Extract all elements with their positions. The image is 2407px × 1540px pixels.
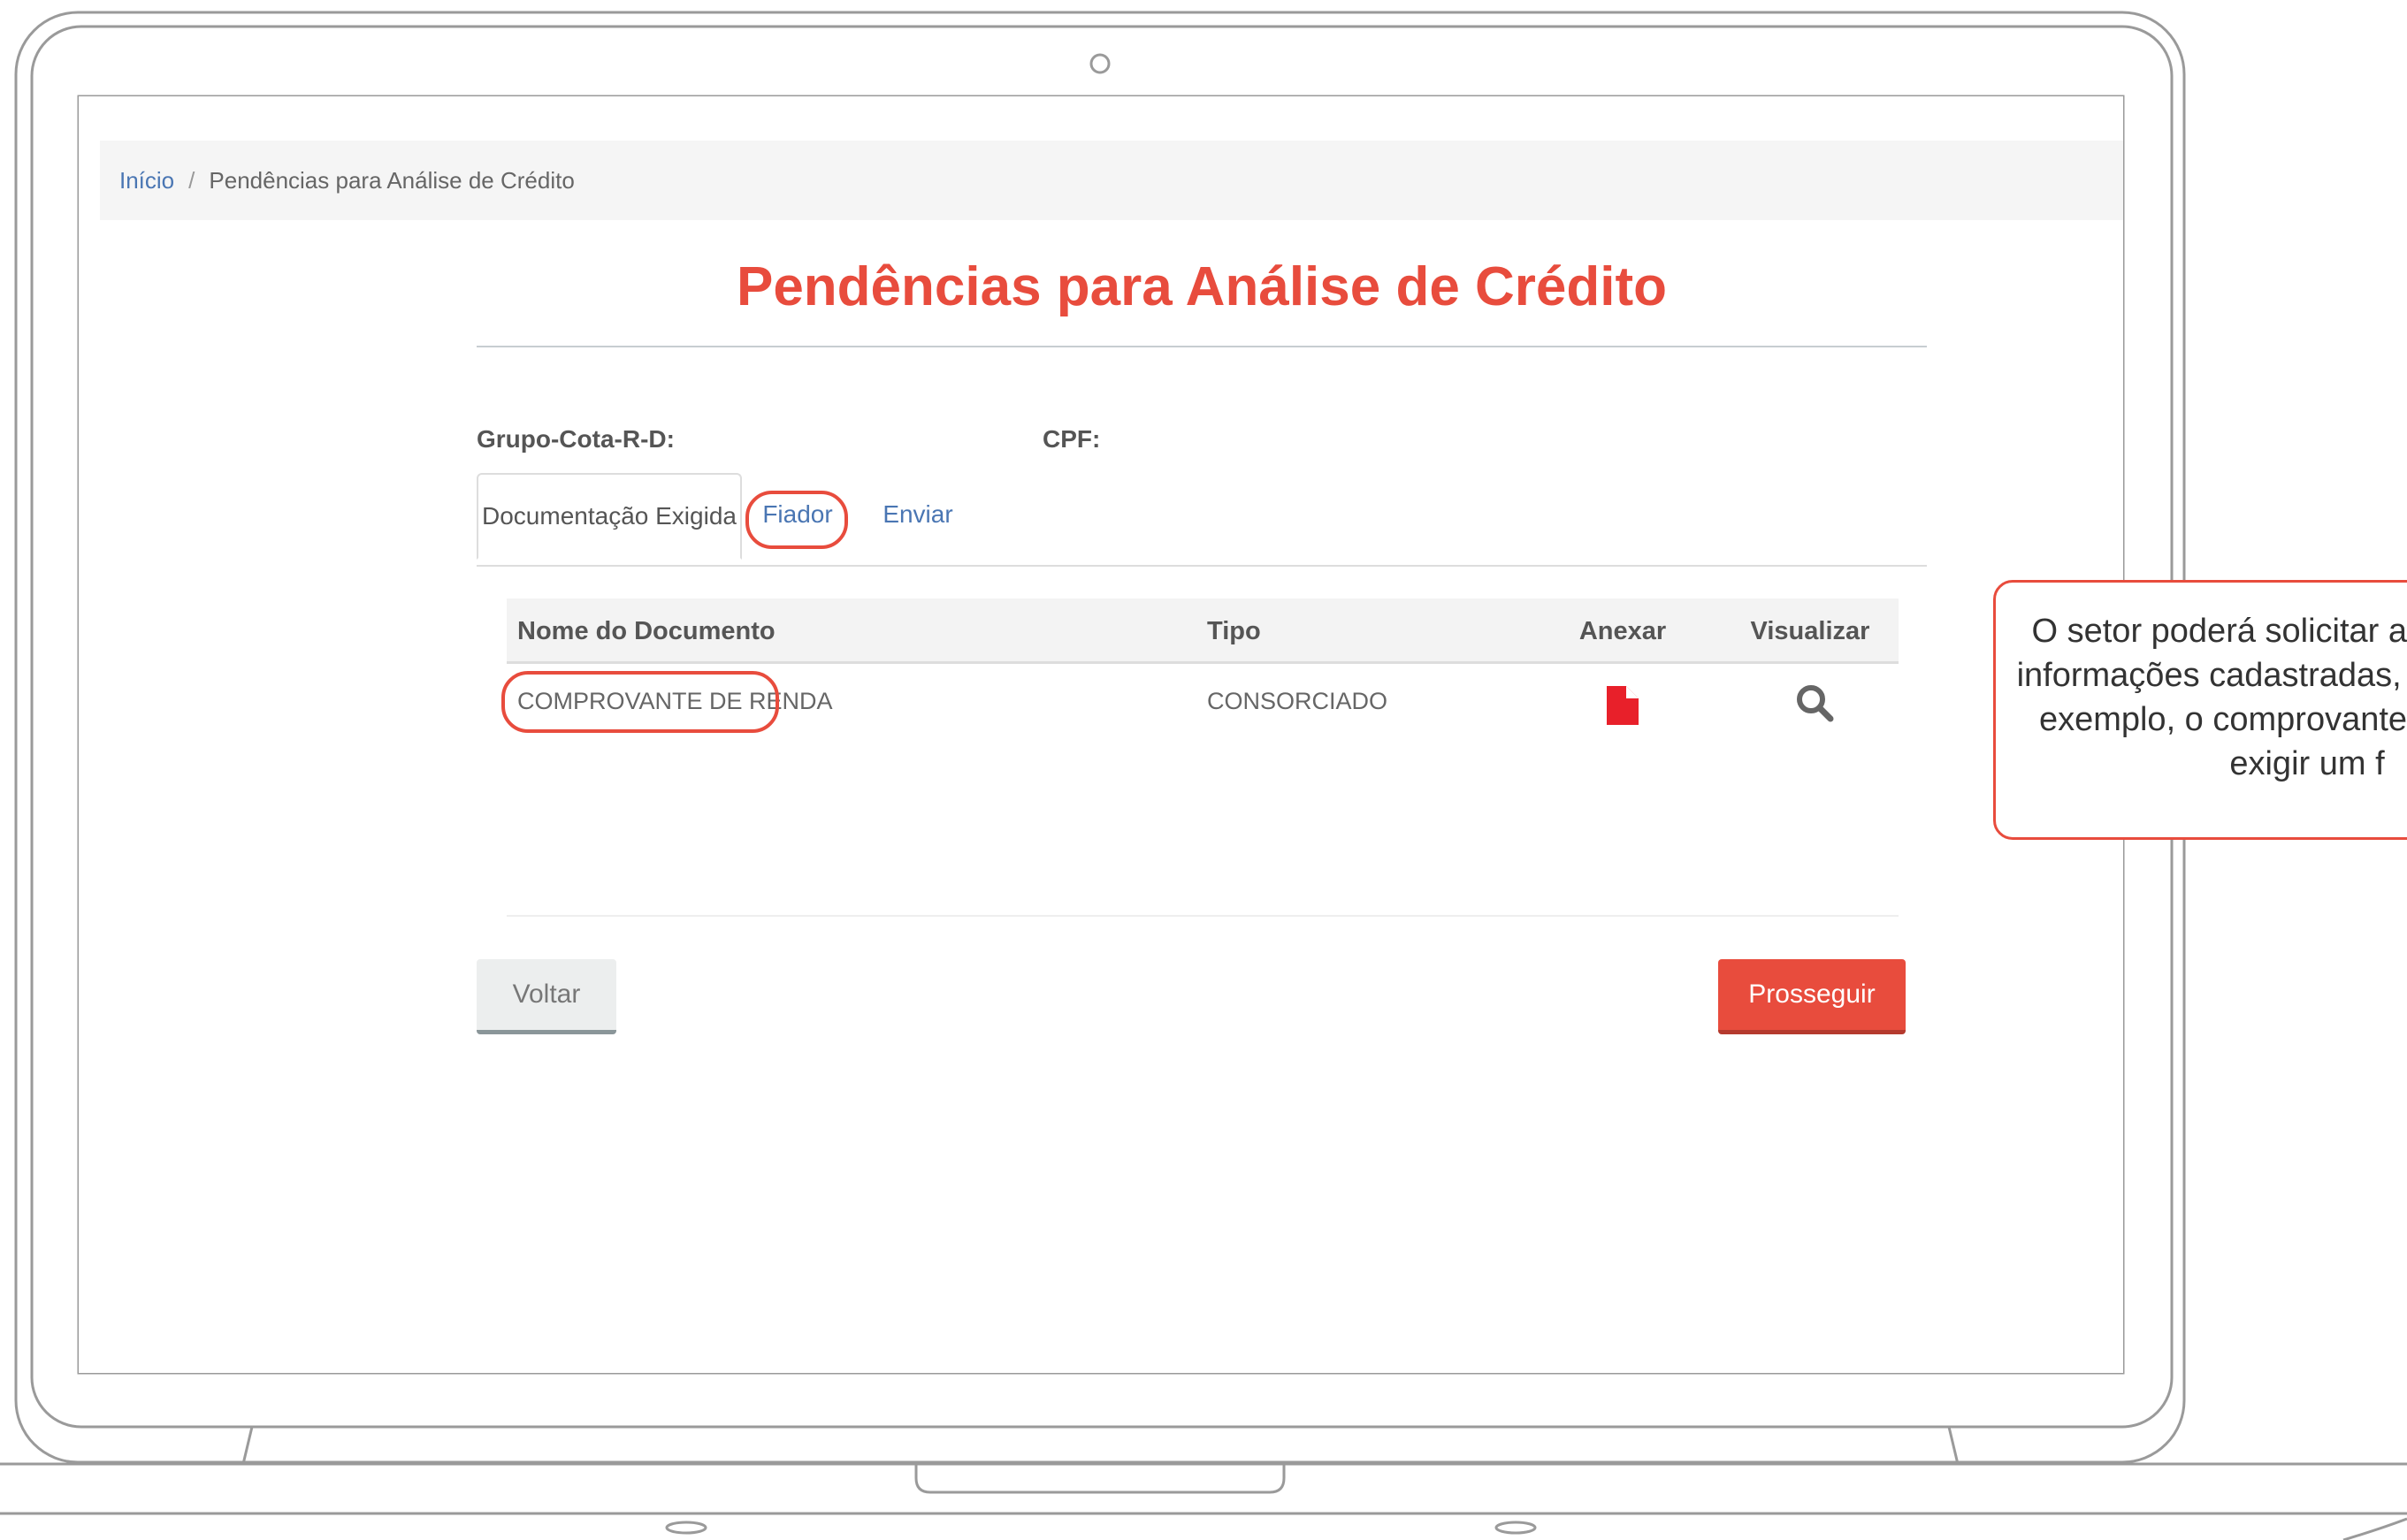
callout-line-3: exemplo, o comprovante [2038,701,2407,738]
column-header-document-name: Nome do Documento [517,617,776,645]
table-row: COMPROVANTE DE RENDA CONSORCIADO [501,666,1899,736]
page-title: Pendências para Análise de Crédito [736,256,1668,317]
group-quota-label: Grupo-Cota-R-D: [477,425,675,453]
title-divider [477,346,1927,347]
tab-required-documents[interactable]: Documentação Exigida [477,473,742,560]
guarantor-tab-highlight [745,491,848,549]
table-header: Nome do Documento Tipo Anexar Visualizar [507,598,1899,664]
column-header-type: Tipo [1207,617,1261,645]
proceed-button[interactable]: Prosseguir [1718,959,1906,1034]
breadcrumb-separator: / [188,167,195,194]
breadcrumb-current: Pendências para Análise de Crédito [209,167,575,194]
table-bottom-divider [507,915,1899,917]
document-name-highlight [501,671,779,733]
callout-line-2: informações cadastradas, a [2016,657,2407,694]
callout-line-4: exigir um f [2229,745,2385,782]
breadcrumb: Início / Pendências para Análise de Crédit… [100,141,2123,220]
callout-line-1: O setor poderá solicitar al [2031,613,2407,650]
browser-screen: Início / Pendências para Análise de Crédit… [79,96,2123,1373]
breadcrumb-home-link[interactable]: Início [119,167,174,194]
annotation-callout: O setor poderá solicitar al informações … [1993,580,2407,840]
search-icon[interactable] [1794,680,1835,722]
tab-bar: Documentação Exigida Fiador Enviar [477,473,1927,567]
back-button[interactable]: Voltar [477,959,616,1034]
document-type-cell: CONSORCIADO [1207,688,1388,714]
file-icon[interactable] [1607,682,1639,725]
tab-send[interactable]: Enviar [866,473,970,556]
column-header-attach: Anexar [1578,617,1667,645]
column-header-view: Visualizar [1750,617,1870,645]
cpf-label: CPF: [1043,425,1101,453]
